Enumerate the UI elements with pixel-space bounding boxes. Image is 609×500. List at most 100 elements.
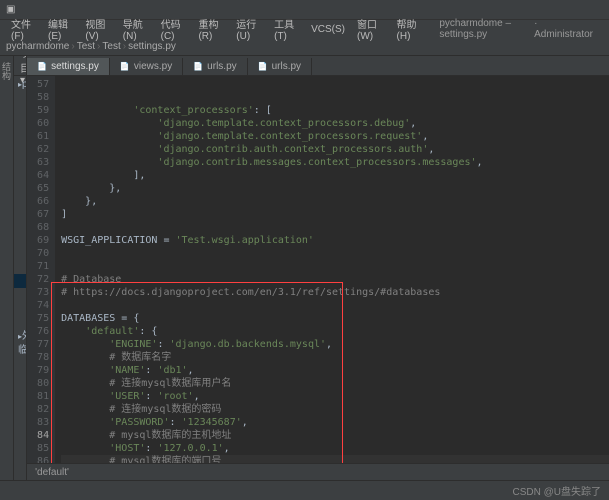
code-line[interactable]: 'context_processors': [ [61,104,609,117]
tree-node[interactable]: ▸migrations [14,120,27,134]
menu-item[interactable]: 导航(N) [118,16,154,42]
menu-item[interactable]: VCS(S) [306,24,350,35]
left-tool-strip[interactable]: 结构 [0,56,14,480]
file-icon: 📄 [37,62,47,71]
line-number: 66 [27,195,49,208]
line-number: 72 [27,273,49,286]
editor-tab[interactable]: 📄 settings.py [27,58,110,75]
code-line[interactable] [61,221,609,234]
menu-item[interactable]: 工具(T) [269,16,304,42]
breadcrumb[interactable]: pycharmdome›Test›Test›settings.py [0,38,609,56]
code-line[interactable]: # 数据库名字 [61,351,609,364]
tree-node[interactable]: ▾Test [14,92,27,106]
editor-tab[interactable]: 📄urls.py [248,58,312,75]
line-number: 80 [27,377,49,390]
line-number: 76 [27,325,49,338]
code-line[interactable]: # https://docs.djangoproject.com/en/3.1/… [61,286,609,299]
tree-node[interactable]: views.py [14,218,27,232]
tree-node[interactable]: ▸外部库 [14,330,26,344]
line-number: 67 [27,208,49,221]
code-line[interactable]: 'django.contrib.auth.context_processors.… [61,143,609,156]
code-line[interactable]: }, [61,182,609,195]
crumb-part[interactable]: settings.py [128,41,176,52]
menu-item[interactable]: 窗口(W) [352,16,390,42]
crumb-part[interactable]: Test [102,41,120,52]
code-line[interactable]: WSGI_APPLICATION = 'Test.wsgi.applicatio… [61,234,609,247]
line-number: 83 [27,416,49,429]
line-number: 79 [27,364,49,377]
code-line[interactable]: 'USER': 'root', [61,390,609,403]
menu-item[interactable]: 代码(C) [156,16,192,42]
code-line[interactable]: ], [61,169,609,182]
code-line[interactable]: 'django.template.context_processors.requ… [61,130,609,143]
code-line[interactable]: 'NAME': 'db1', [61,364,609,377]
tree-node[interactable]: apps.py [14,162,27,176]
code-line[interactable] [61,260,609,273]
structure-tool[interactable]: 结构 [0,56,13,80]
crumb-part[interactable]: pycharmdome [6,41,69,52]
code-line[interactable]: ] [61,208,609,221]
code-line[interactable]: 'django.contrib.messages.context_process… [61,156,609,169]
code-line[interactable]: DATABASES = { [61,312,609,325]
tree-node[interactable]: __init__.py [14,246,27,260]
menu-item[interactable]: 运行(U) [231,16,267,42]
line-number: 73 [27,286,49,299]
code-line[interactable]: 'HOST': '127.0.0.1', [61,442,609,455]
line-number: 71 [27,260,49,273]
tree-node[interactable]: models.py [14,176,27,190]
tree-label: 临时文件和控制台 [18,344,27,358]
code-line[interactable]: 'default': { [61,325,609,338]
line-number: 61 [27,130,49,143]
code-line[interactable]: 'ENGINE': 'django.db.backends.mysql', [61,338,609,351]
editor-tabs[interactable]: 📄settings.py📄views.py📄urls.py📄urls.py [27,56,609,76]
line-number: 74 [27,299,49,312]
tree-node[interactable]: tests.py [14,190,27,204]
editor-tab[interactable]: 📄urls.py [183,58,247,75]
code-line[interactable] [61,299,609,312]
editor-tab[interactable]: 📄views.py [110,58,183,75]
code-line[interactable]: }, [61,195,609,208]
line-number: 65 [27,182,49,195]
code-line[interactable]: 'django.template.context_processors.debu… [61,117,609,130]
code-line[interactable]: # 连接mysql数据库用户名 [61,377,609,390]
line-number: 78 [27,351,49,364]
code-line[interactable]: 'PASSWORD': '12345687', [61,416,609,429]
tree-node[interactable]: urls.py [14,288,27,302]
tree-node[interactable]: ▸pycharmdome D:\pycharmdome [14,78,26,92]
file-icon: 📄 [258,62,268,71]
crumb-default[interactable]: 'default' [35,467,69,478]
tree-node[interactable]: settings.py [14,274,27,288]
code-line[interactable]: # mysql数据库的主机地址 [61,429,609,442]
menu-item[interactable]: 编辑(E) [43,16,78,42]
project-tool-window[interactable]: 项目 ▾ ⚙ ▸pycharmdome D:\pycharmdome▾Test▾… [14,56,27,480]
tree-node[interactable]: urls.py [14,204,27,218]
line-number: 77 [27,338,49,351]
project-tree[interactable]: ▸pycharmdome D:\pycharmdome▾Test▾app1▸mi… [14,76,26,360]
tree-node[interactable]: 临时文件和控制台 [14,344,26,358]
tree-node[interactable]: ▾app1 [14,106,27,120]
line-number: 69 [27,234,49,247]
menu-item[interactable]: 帮助(H) [392,16,428,42]
editor-breadcrumb[interactable]: 'default' [27,463,609,480]
code-line[interactable]: # 连接mysql数据的密码 [61,403,609,416]
menu-item[interactable]: 重构(R) [193,16,229,42]
crumb-part[interactable]: Test [77,41,95,52]
tree-node[interactable]: asgi.py [14,260,27,274]
tree-node[interactable]: admin.py [14,148,27,162]
tree-node[interactable]: manage.py [14,316,27,330]
menu-bar[interactable]: 文件(F)编辑(E)视图(V)导航(N)代码(C)重构(R)运行(U)工具(T)… [0,20,609,38]
code-line[interactable] [61,247,609,260]
tree-node[interactable]: __init__.py [14,134,27,148]
tree-node[interactable]: ▾Test [14,232,27,246]
tab-label: settings.py [51,61,99,72]
editor-source[interactable]: 'context_processors': [ 'django.template… [55,76,609,463]
line-number: 57 [27,78,49,91]
code-line[interactable]: # Database [61,273,609,286]
menu-item[interactable]: 视图(V) [80,16,115,42]
menu-item[interactable]: 文件(F) [6,16,41,42]
code-line[interactable]: # mysql数据库的端口号 [61,455,609,463]
editor-area: 📄settings.py📄views.py📄urls.py📄urls.py 57… [27,56,609,480]
line-number: 58 [27,91,49,104]
tab-label: views.py [134,61,172,72]
tree-node[interactable]: wsgi.py [14,302,27,316]
